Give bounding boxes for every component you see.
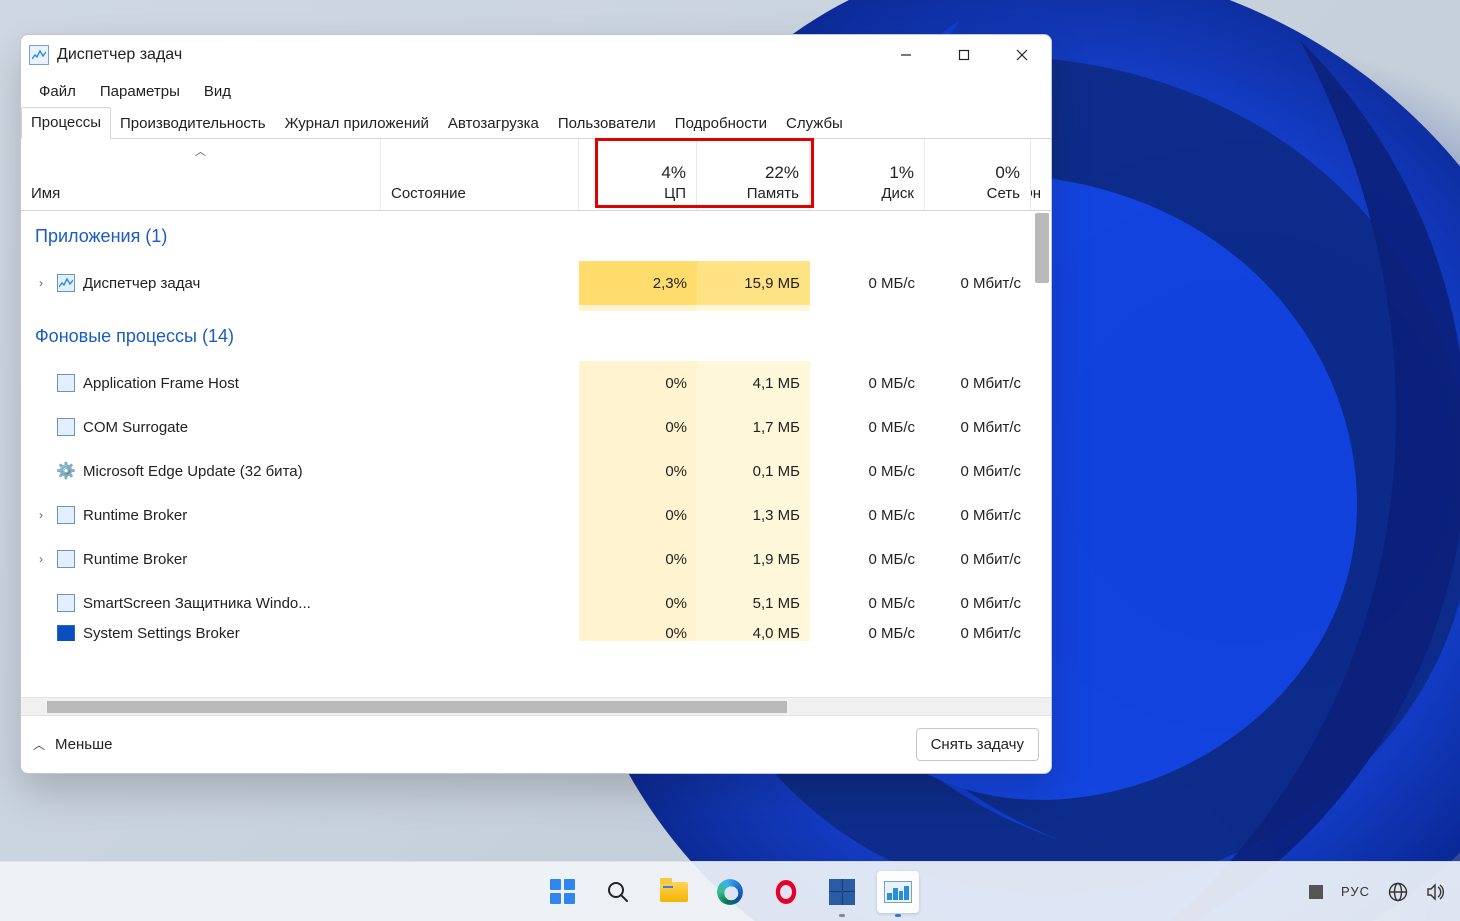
taskbar-app-blue[interactable]: [821, 871, 863, 913]
process-name: Microsoft Edge Update (32 бита): [83, 463, 303, 480]
tab-app-history[interactable]: Журнал приложений: [276, 107, 439, 138]
cell-cpu: 2,3%: [579, 261, 697, 305]
process-name: SmartScreen Защитника Windo...: [83, 595, 311, 612]
tab-details[interactable]: Подробности: [666, 107, 777, 138]
bottom-bar: ︿ Меньше Снять задачу: [21, 715, 1051, 773]
table-row[interactable]: SmartScreen Защитника Windo... 0% 5,1 МБ…: [21, 581, 1051, 625]
window-title: Диспетчер задач: [57, 46, 182, 64]
tabbar: Процессы Производительность Журнал прило…: [21, 107, 1051, 139]
process-name: Диспетчер задач: [83, 275, 200, 292]
taskbar[interactable]: РУС: [0, 861, 1460, 921]
table-row[interactable]: › Диспетчер задач 2,3% 15,9 МБ 0 МБ/с 0 …: [21, 261, 1051, 305]
process-icon: [57, 506, 75, 524]
process-name: System Settings Broker: [83, 625, 240, 641]
process-icon: [57, 374, 75, 392]
network-icon[interactable]: [1388, 882, 1408, 902]
sort-indicator: ︿: [195, 143, 206, 159]
process-name: Application Frame Host: [83, 375, 239, 392]
table-row[interactable]: › Runtime Broker 0% 1,9 МБ 0 МБ/с 0 Мбит…: [21, 537, 1051, 581]
chevron-up-icon: ︿: [33, 736, 45, 753]
tab-startup[interactable]: Автозагрузка: [439, 107, 549, 138]
fewer-details-button[interactable]: ︿ Меньше: [33, 736, 113, 753]
windows-logo-icon: [550, 879, 575, 904]
tab-users[interactable]: Пользователи: [549, 107, 666, 138]
taskbar-task-manager[interactable]: [877, 871, 919, 913]
column-headers: ︿ Имя Состояние 4% ЦП 22% Память 1% Диск…: [21, 139, 1051, 211]
process-rows: Приложения (1) › Диспетчер задач 2,3% 15…: [21, 211, 1051, 697]
group-header-background[interactable]: Фоновые процессы (14): [21, 311, 1051, 361]
table-row[interactable]: Application Frame Host 0% 4,1 МБ 0 МБ/с …: [21, 361, 1051, 405]
cell-disk: 0 МБ/с: [810, 261, 925, 305]
menu-view[interactable]: Вид: [192, 79, 243, 104]
start-button[interactable]: [541, 871, 583, 913]
horizontal-scrollbar[interactable]: [21, 697, 1051, 715]
tab-performance[interactable]: Производительность: [111, 107, 276, 138]
expand-icon[interactable]: ›: [33, 276, 49, 290]
language-indicator[interactable]: РУС: [1341, 884, 1370, 899]
column-memory[interactable]: 22% Память: [697, 139, 810, 210]
app-icon: [29, 45, 49, 65]
table-row[interactable]: System Settings Broker 0% 4,0 МБ 0 МБ/с …: [21, 625, 1051, 641]
maximize-button[interactable]: [935, 35, 993, 75]
process-icon: [57, 550, 75, 568]
process-icon: [57, 625, 75, 641]
menu-options[interactable]: Параметры: [88, 79, 192, 104]
titlebar[interactable]: Диспетчер задач: [21, 35, 1051, 75]
column-energy[interactable]: Эн: [1031, 139, 1051, 210]
process-name: COM Surrogate: [83, 419, 188, 436]
row-spacer: [21, 305, 1051, 311]
system-tray: РУС: [1309, 882, 1460, 902]
grid-app-icon: [829, 879, 855, 905]
process-icon: ⚙️: [57, 462, 75, 480]
tray-app-icon[interactable]: [1309, 885, 1323, 899]
taskbar-file-explorer[interactable]: [653, 871, 695, 913]
taskbar-edge[interactable]: [709, 871, 751, 913]
cell-network: 0 Мбит/с: [925, 261, 1031, 305]
column-cpu[interactable]: 4% ЦП: [579, 139, 697, 210]
task-manager-icon: [884, 881, 912, 903]
column-name[interactable]: ︿ Имя: [21, 139, 381, 210]
expand-icon[interactable]: ›: [33, 552, 49, 566]
menubar: Файл Параметры Вид: [21, 75, 1051, 107]
table-row[interactable]: ⚙️ Microsoft Edge Update (32 бита) 0% 0,…: [21, 449, 1051, 493]
end-task-button[interactable]: Снять задачу: [916, 728, 1039, 761]
window-controls: [877, 35, 1051, 75]
table-row[interactable]: COM Surrogate 0% 1,7 МБ 0 МБ/с 0 Мбит/с: [21, 405, 1051, 449]
column-status[interactable]: Состояние: [381, 139, 579, 210]
menu-file[interactable]: Файл: [27, 79, 88, 104]
column-disk[interactable]: 1% Диск: [810, 139, 925, 210]
opera-icon: [776, 880, 796, 904]
search-icon: [606, 880, 630, 904]
volume-icon[interactable]: [1426, 882, 1446, 902]
process-icon: [57, 274, 75, 292]
edge-icon: [717, 879, 743, 905]
taskbar-search[interactable]: [597, 871, 639, 913]
taskbar-opera[interactable]: [765, 871, 807, 913]
column-network[interactable]: 0% Сеть: [925, 139, 1031, 210]
taskbar-center: [541, 871, 919, 913]
expand-icon[interactable]: ›: [33, 508, 49, 522]
tab-processes[interactable]: Процессы: [21, 107, 111, 139]
process-name: Runtime Broker: [83, 507, 187, 524]
group-header-apps[interactable]: Приложения (1): [21, 211, 1051, 261]
table-row[interactable]: › Runtime Broker 0% 1,3 МБ 0 МБ/с 0 Мбит…: [21, 493, 1051, 537]
process-table: ︿ Имя Состояние 4% ЦП 22% Память 1% Диск…: [21, 139, 1051, 715]
vertical-scrollbar[interactable]: [1035, 213, 1049, 283]
cell-memory: 15,9 МБ: [697, 261, 810, 305]
process-icon: [57, 594, 75, 612]
scrollbar-thumb[interactable]: [47, 701, 787, 713]
minimize-button[interactable]: [877, 35, 935, 75]
process-name: Runtime Broker: [83, 551, 187, 568]
folder-icon: [660, 882, 688, 902]
task-manager-window: Диспетчер задач Файл Параметры Вид Проце…: [20, 34, 1052, 774]
process-icon: [57, 418, 75, 436]
close-button[interactable]: [993, 35, 1051, 75]
tab-services[interactable]: Службы: [777, 107, 853, 138]
